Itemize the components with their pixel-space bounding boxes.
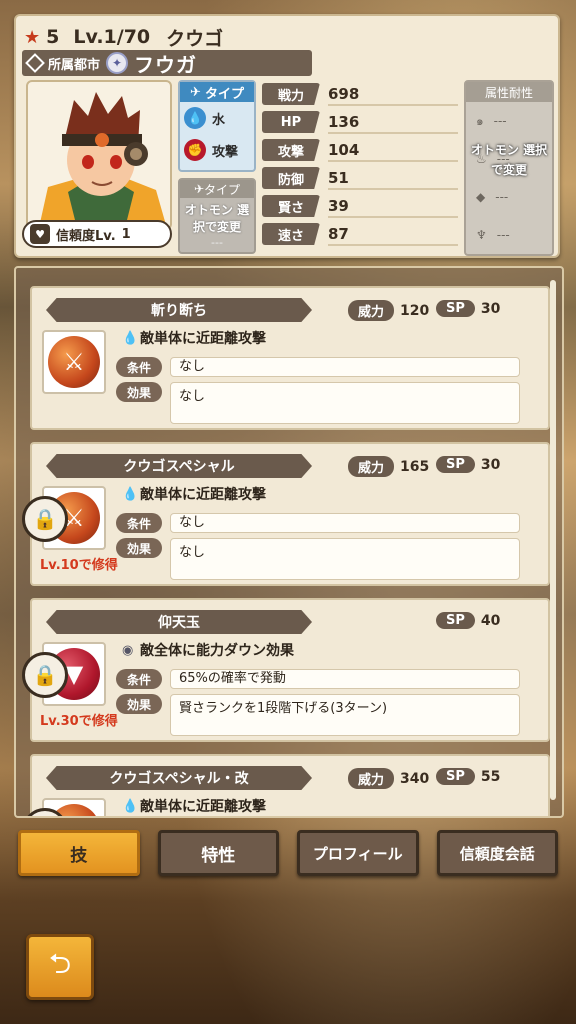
skill-sp: SP 55 bbox=[436, 768, 500, 785]
star-icon: ★ bbox=[24, 26, 41, 48]
attack-kind-value: 攻撃 bbox=[212, 144, 239, 160]
learn-level: Lv.30で修得 bbox=[40, 714, 118, 729]
resist-row: ◆ --- bbox=[476, 190, 509, 204]
skill-list-panel[interactable]: 斬り断ち 威力 120 SP 30 ⚔ 💧 敵単体に近距離攻撃 条件 なし 効果 なし ク… bbox=[14, 266, 564, 818]
skill-description: 💧 敵単体に近距離攻撃 bbox=[122, 799, 266, 815]
skill-name: クウゴスペシャル・改 bbox=[46, 766, 312, 790]
stat-row: 戦力 698 bbox=[262, 80, 458, 108]
trust-level-badge: ♥ 信頼度Lv. 1 bbox=[22, 220, 172, 248]
otomon-type-heading: ✈ タイプ bbox=[180, 180, 254, 198]
back-arrow-icon: ⮌ bbox=[48, 947, 72, 980]
type-heading: ✈ タイプ bbox=[180, 82, 254, 102]
claw-icon: ♆ bbox=[476, 228, 487, 242]
otomon-type-box: ✈ タイプ オトモン 選択で変更 --- bbox=[178, 178, 256, 254]
scrollbar[interactable] bbox=[550, 280, 556, 800]
learn-level: Lv.10で修得 bbox=[40, 558, 118, 573]
trust-level: 1 bbox=[121, 226, 131, 242]
skill-power: 威力 165 bbox=[348, 456, 429, 477]
city-label: 所属都市 bbox=[48, 57, 101, 73]
skill-power: 威力 120 bbox=[348, 300, 429, 321]
water-drop-icon: 💧 bbox=[122, 331, 139, 346]
skill-card[interactable]: 斬り断ち 威力 120 SP 30 ⚔ 💧 敵単体に近距離攻撃 条件 なし 効果 なし bbox=[30, 286, 550, 430]
character-name: フウガ bbox=[134, 52, 198, 77]
tab-skills[interactable]: 技 bbox=[18, 830, 140, 876]
stats-list: 戦力 698 HP 136 攻撃 104 防御 51 賢さ 39 速さ 87 bbox=[262, 80, 458, 248]
trust-label: 信頼度Lv. bbox=[56, 228, 116, 244]
skill-effect: 効果 賢さランクを1段階下げる(3ターン) bbox=[116, 694, 520, 736]
otomon-placeholder: --- bbox=[211, 236, 223, 249]
stat-row: 防御 51 bbox=[262, 164, 458, 192]
character-header: ★ 5 Lv.1/70 クウゴ 所属都市 ✦ フウガ ♥ 信頼度Lv. 1 ✈ タイ… bbox=[14, 14, 560, 258]
resist-row: ♆ --- bbox=[476, 228, 510, 242]
tab-traits[interactable]: 特性 bbox=[157, 830, 279, 876]
water-drop-icon: 💧 bbox=[122, 487, 139, 502]
skill-card[interactable]: クウゴスペシャル 威力 165 SP 30 ⚔ 🔒 Lv.10で修得 💧 敵単体に近距… bbox=[22, 442, 550, 586]
header-title-row: ★ 5 Lv.1/70 クウゴ bbox=[24, 22, 223, 52]
stat-row: 攻撃 104 bbox=[262, 136, 458, 164]
skill-icon: ⚔ bbox=[42, 330, 106, 394]
rarity: 5 bbox=[46, 26, 60, 48]
resistance-box: 属性耐性 ๑ --- ♨ --- ◆ --- ♆ --- オトモン 選択で変更 bbox=[464, 80, 554, 256]
tab-bar: 技 特性 プロフィール 信頼度会話 bbox=[18, 830, 558, 878]
spiral-icon: ๑ bbox=[476, 113, 484, 128]
slash-icon: ⚔ bbox=[48, 336, 100, 388]
skill-card[interactable]: クウゴスペシャル・改 威力340 SP55 ⚔ 🔒 💧敵単体に近距離攻撃 bbox=[22, 754, 550, 816]
wing-icon: ✈ bbox=[193, 182, 205, 196]
city-emblem-icon: ✦ bbox=[106, 52, 129, 74]
tab-trust-talk[interactable]: 信頼度会話 bbox=[436, 830, 558, 876]
status-circle-icon: ◉ bbox=[122, 643, 134, 658]
rock-icon: ◆ bbox=[476, 190, 486, 204]
skill-description: 💧 敵単体に近距離攻撃 bbox=[122, 331, 266, 347]
attack-kind-row: ✊ 攻撃 bbox=[180, 134, 254, 166]
water-drop-icon: 💧 bbox=[122, 799, 139, 814]
skill-effect: 効果 なし bbox=[116, 382, 520, 424]
portrait-image bbox=[38, 92, 167, 228]
skill-name: 斬り断ち bbox=[46, 298, 312, 322]
heart-shield-icon: ♥ bbox=[30, 224, 50, 244]
skill-name: クウゴスペシャル bbox=[46, 454, 312, 478]
skill-power: 威力 340 bbox=[348, 768, 429, 789]
skill-condition: 条件 なし bbox=[116, 512, 520, 534]
skill-effect: 効果 なし bbox=[116, 538, 520, 580]
lock-icon: 🔒 bbox=[22, 496, 68, 542]
type-box: ✈ タイプ 💧 水 ✊ 攻撃 bbox=[178, 80, 256, 172]
skill-condition: 条件 65%の確率で発動 bbox=[116, 668, 520, 690]
skill-sp: SP 30 bbox=[436, 300, 500, 317]
lock-icon: 🔒 bbox=[22, 652, 68, 698]
skill-description: 💧 敵単体に近距離攻撃 bbox=[122, 487, 266, 503]
level: Lv.1/70 bbox=[73, 26, 151, 48]
skill-card[interactable]: 仰天玉 SP 40 ▼ 🔒 Lv.30で修得 ◉ 敵全体に能力ダウン効果 条件 65%… bbox=[22, 598, 550, 742]
otomon-overlay-text: オトモン 選択で変更 bbox=[184, 203, 250, 234]
skill-sp: SP 40 bbox=[436, 612, 500, 629]
water-drop-icon: 💧 bbox=[184, 107, 206, 129]
skill-name: 仰天玉 bbox=[46, 610, 312, 634]
stat-row: 賢さ 39 bbox=[262, 192, 458, 220]
stat-row: 速さ 87 bbox=[262, 220, 458, 248]
monster-name: クウゴ bbox=[166, 27, 224, 50]
element-row: 💧 水 bbox=[180, 102, 254, 134]
city-bar: 所属都市 ✦ フウガ bbox=[22, 50, 312, 77]
resistance-heading: 属性耐性 bbox=[466, 82, 552, 102]
wing-icon: ✈ bbox=[190, 84, 201, 100]
skill-condition: 条件 なし bbox=[116, 356, 520, 378]
back-button[interactable]: ⮌ bbox=[26, 934, 94, 1000]
diamond-icon bbox=[25, 53, 45, 73]
tab-profile[interactable]: プロフィール bbox=[297, 830, 419, 876]
element-value: 水 bbox=[212, 112, 226, 128]
attack-icon: ✊ bbox=[184, 139, 206, 161]
skill-description: ◉ 敵全体に能力ダウン効果 bbox=[122, 643, 294, 659]
character-portrait[interactable] bbox=[26, 80, 172, 230]
resistance-overlay-text: オトモン 選択で変更 bbox=[470, 143, 548, 177]
stat-row: HP 136 bbox=[262, 108, 458, 136]
resist-row: ๑ --- bbox=[466, 102, 552, 140]
skill-sp: SP 30 bbox=[436, 456, 500, 473]
